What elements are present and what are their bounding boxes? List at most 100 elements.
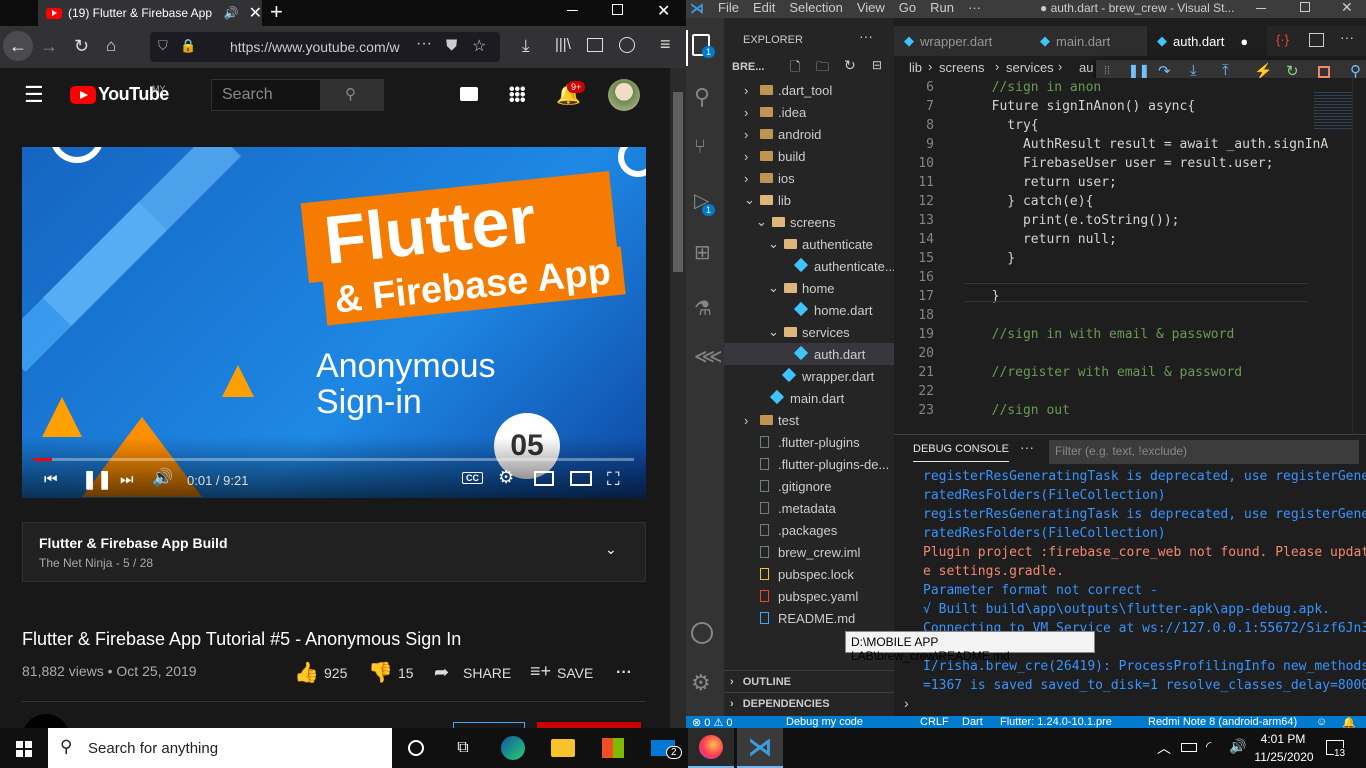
tree-item[interactable]: › test <box>724 409 894 431</box>
more-actions-icon[interactable]: ··· <box>616 664 632 682</box>
refresh-icon[interactable]: ↻ <box>844 57 856 74</box>
console-filter-input[interactable]: Filter (e.g. text, !exclude) <box>1049 440 1359 464</box>
hamburger-icon[interactable]: ☰ <box>24 84 44 106</box>
tree-item[interactable]: .flutter-plugins-de... <box>724 453 894 475</box>
tree-item[interactable]: ⌄ services <box>724 321 894 343</box>
tree-item[interactable]: › .dart_tool <box>724 79 894 101</box>
home-icon[interactable]: ⌂ <box>106 31 116 61</box>
tree-item[interactable]: .flutter-plugins <box>724 431 894 453</box>
fullscreen-icon[interactable]: ⛶ <box>607 469 620 490</box>
store-icon[interactable] <box>590 728 636 768</box>
accounts-icon[interactable] <box>691 622 713 644</box>
console-prompt-icon[interactable]: › <box>904 695 909 711</box>
panel-more-icon[interactable]: ··· <box>1020 439 1034 455</box>
close-window-icon[interactable]: ✕ <box>1341 0 1353 16</box>
save-button[interactable]: SAVE <box>557 665 593 681</box>
close-tab-icon[interactable]: ✕ <box>249 3 262 23</box>
tree-item[interactable]: .metadata <box>724 497 894 519</box>
page-scrollbar[interactable] <box>670 68 686 728</box>
tree-item[interactable]: brew_crew.iml <box>724 541 894 563</box>
workspace-root[interactable]: BRE... <box>732 61 764 73</box>
breadcrumb-item[interactable]: services <box>1006 60 1054 75</box>
new-file-icon[interactable]: 🗋 <box>790 58 800 80</box>
url-text[interactable]: https://www.youtube.com/w <box>230 39 400 55</box>
code-line[interactable]: } catch(e){ <box>976 194 1093 209</box>
start-icon[interactable] <box>16 741 32 757</box>
pause-icon[interactable]: ❚❚ <box>82 469 112 490</box>
lock-icon[interactable]: 🔒 <box>180 38 196 54</box>
code-line[interactable]: FirebaseUser user = result.user; <box>976 156 1273 171</box>
code-line[interactable]: AuthResult result = await _auth.signInA <box>976 137 1328 152</box>
clock-date[interactable]: 11/25/2020 <box>1250 750 1318 764</box>
bell-icon[interactable]: 🔔 <box>1342 716 1356 728</box>
feedback-icon[interactable]: ☺ <box>1316 716 1327 728</box>
next-icon[interactable]: ⏭ <box>120 471 134 488</box>
menu-item[interactable]: File <box>718 0 739 15</box>
battery-icon[interactable] <box>1181 743 1197 752</box>
forward-icon[interactable]: → <box>40 31 58 61</box>
file-explorer-icon[interactable] <box>540 728 586 768</box>
manage-gear-icon[interactable]: ⚙ <box>691 670 711 696</box>
tree-item[interactable]: › ios <box>724 167 894 189</box>
page-actions-icon[interactable]: ··· <box>416 35 432 53</box>
flutter-version-status[interactable]: Flutter: 1.24.0-10.1.pre <box>1000 716 1112 728</box>
volume-icon[interactable]: 🔊 <box>1229 738 1246 755</box>
menu-item[interactable]: Selection <box>789 0 842 15</box>
stop-icon[interactable] <box>1318 66 1330 78</box>
library-icon[interactable]: |||\ <box>555 36 571 53</box>
youtube-search-input[interactable]: Search <box>211 79 321 111</box>
tab-main-dart[interactable]: ◆ main.dart <box>1030 26 1147 56</box>
code-line[interactable]: } <box>976 251 1015 266</box>
new-tab-icon[interactable]: + <box>270 0 283 24</box>
split-editor-icon[interactable] <box>1309 33 1324 47</box>
minimize-icon[interactable] <box>1256 8 1266 9</box>
vscode-taskbar-icon[interactable]: ⋊ <box>737 728 783 768</box>
like-icon[interactable]: 👍 <box>294 660 319 685</box>
new-folder-icon[interactable]: 🗀 <box>816 58 829 80</box>
cortana-icon[interactable] <box>393 728 439 768</box>
step-into-icon[interactable]: ⤓ <box>1190 62 1197 79</box>
tree-item[interactable]: ⌄ authenticate <box>724 233 894 255</box>
maximize-icon[interactable] <box>612 4 623 15</box>
tree-item[interactable]: ⌄ home <box>724 277 894 299</box>
volume-icon[interactable]: 🔊 <box>152 468 173 488</box>
dislike-icon[interactable]: 👎 <box>368 660 393 685</box>
extensions-icon[interactable]: ⊞ <box>694 240 711 265</box>
taskbar-search[interactable]: ⚲ Search for anything <box>48 728 392 768</box>
tree-item[interactable]: pubspec.lock <box>724 563 894 585</box>
url-bar[interactable]: ⛉ 🔒 https://www.youtube.com/w ··· ⛊ ☆ <box>150 32 500 62</box>
language-status[interactable]: Dart <box>962 716 983 728</box>
minimize-icon[interactable] <box>567 10 578 11</box>
code-line[interactable]: //sign out <box>976 403 1070 418</box>
tree-item[interactable]: › android <box>724 123 894 145</box>
maximize-icon[interactable] <box>1300 2 1310 12</box>
clock-time[interactable]: 4:01 PM <box>1258 732 1308 746</box>
step-out-icon[interactable]: ⤒ <box>1222 62 1229 79</box>
tree-item[interactable]: ⌄ lib <box>724 189 894 211</box>
tree-item[interactable]: main.dart <box>724 387 894 409</box>
code-line[interactable]: //sign in with email & password <box>976 327 1235 342</box>
flutter-outline-icon[interactable]: ⋘ <box>694 344 722 369</box>
apps-grid-icon[interactable] <box>509 86 525 102</box>
playlist-panel[interactable]: Flutter & Firebase App Build The Net Nin… <box>22 522 646 582</box>
progress-track[interactable] <box>34 458 634 461</box>
eol-status[interactable]: CRLF <box>920 716 949 728</box>
tree-item[interactable]: › build <box>724 145 894 167</box>
menu-icon[interactable]: ≡ <box>660 34 671 55</box>
debug-console-tab[interactable]: DEBUG CONSOLE <box>913 443 1009 462</box>
tree-item[interactable]: home.dart <box>724 299 894 321</box>
menu-item[interactable]: ··· <box>968 0 981 15</box>
shield-icon[interactable]: ⛉ <box>158 38 168 54</box>
open-changes-icon[interactable]: {·} <box>1276 32 1289 47</box>
bookmark-star-icon[interactable]: ☆ <box>472 36 486 56</box>
youtube-logo-icon[interactable] <box>70 86 96 104</box>
chevron-down-icon[interactable]: ⌄ <box>605 541 617 558</box>
problems-status[interactable]: ⊗ 0 ⚠ 0 <box>692 716 732 728</box>
menu-item[interactable]: Go <box>899 0 916 15</box>
tab-wrapper-dart[interactable]: ◆ wrapper.dart <box>894 26 1030 56</box>
pocket-icon[interactable]: ⛊ <box>446 37 457 54</box>
task-view-icon[interactable]: ⧉ <box>440 728 486 768</box>
unsaved-dot-icon[interactable]: ● <box>1240 34 1248 49</box>
tree-item[interactable]: wrapper.dart <box>724 365 894 387</box>
debug-status[interactable]: Debug my code <box>786 716 863 728</box>
